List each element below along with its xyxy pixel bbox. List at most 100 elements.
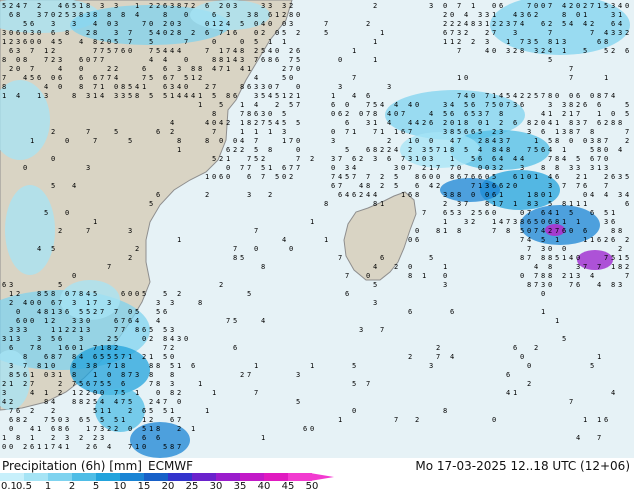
grid-value: 8 [93,11,97,19]
grid-value: 3 [9,326,13,334]
grid-value: 6 [79,56,83,64]
grid-value: 6 [611,218,615,226]
grid-value: 1 [583,173,587,181]
grid-value: 7 [373,128,377,136]
grid-value: 7 [604,182,608,190]
grid-value: 0 [450,11,454,19]
grid-value: 1 [471,2,475,10]
grid-value: 0 [289,74,293,82]
grid-value: 5 [58,38,62,46]
grid-value: 1 [30,137,34,145]
grid-value: 5 [107,47,111,55]
grid-value: 6 [128,317,132,325]
grid-value: 5 [261,92,265,100]
grid-value: 7 [604,92,608,100]
grid-value: 3 [485,11,489,19]
grid-value: 7 [254,137,258,145]
grid-value: 7 [366,173,370,181]
grid-value: 0 [30,299,34,307]
grid-value: 0 [9,29,13,37]
grid-value: 2 [289,47,293,55]
grid-value: 3 [72,20,76,28]
scale-label: 50 [306,481,319,490]
grid-value: 8 [506,227,510,235]
grid-value: 1 [44,362,48,370]
grid-value: 3 [506,20,510,28]
grid-value: 4 [275,119,279,127]
grid-value: 8 [618,263,622,271]
grid-value: 6 [527,218,531,226]
grid-value: 2 [499,20,503,28]
grid-value: 1 [100,407,104,415]
grid-value: 4 [611,92,615,100]
grid-value: 1 [485,119,489,127]
grid-value: 7 [23,2,27,10]
grid-value: 2 [289,173,293,181]
grid-value: 2 [30,407,34,415]
grid-value: 3 [513,29,517,37]
grid-value: 2 [177,290,181,298]
grid-value: 2 [219,281,223,289]
grid-value: 5 [2,2,6,10]
grid-value: 6 [450,110,454,118]
grid-value: 0 [513,182,517,190]
grid-value: 8 [450,191,454,199]
grid-value: 4 [254,74,258,82]
grid-value: 5 [93,398,97,406]
grid-value: 2 [72,326,76,334]
grid-value: 6 [597,236,601,244]
grid-value: 0 [541,218,545,226]
grid-value: 4 [450,137,454,145]
grid-value: 7 [569,65,573,73]
grid-value: 6 [471,173,475,181]
grid-value: 3 [527,128,531,136]
grid-value: 4 [37,245,41,253]
grid-value: 5 [163,92,167,100]
grid-value: 6 [226,146,230,154]
grid-value: 1 [2,434,6,442]
grid-value: 2 [100,38,104,46]
grid-value: 7 [142,20,146,28]
grid-value: 1 [443,227,447,235]
grid-value: 0 [16,56,20,64]
grid-value: 7 [93,137,97,145]
grid-value: 4 [170,47,174,55]
grid-value: 2 [86,389,90,397]
grid-value: 6 [58,335,62,343]
grid-value: 7 [128,29,132,37]
grid-value: 7 [520,236,524,244]
grid-value: 3 [44,92,48,100]
grid-value: 8 [373,110,377,118]
grid-value: 2 [534,344,538,352]
grid-value: 7 [576,110,580,118]
grid-value: 6 [121,380,125,388]
grid-value: 8 [72,371,76,379]
grid-value: 8 [156,425,160,433]
grid-value: 8 [597,92,601,100]
grid-value: 5 [282,74,286,82]
grid-value: 1 [443,263,447,271]
grid-value: 3 [9,362,13,370]
grid-value: 7 [548,29,552,37]
grid-value: 6 [2,281,6,289]
grid-value: 4 [51,398,55,406]
grid-value: 7 [464,173,468,181]
grid-value: 3 [576,263,580,271]
grid-value: 7 [289,137,293,145]
grid-value: 0 [65,290,69,298]
grid-value: 4 [464,11,468,19]
color-scale: 0.1 0.5 1 2 5 10 15 20 25 30 35 40 45 50 [0,473,334,490]
grid-value: 3 [457,29,461,37]
grid-value: 2 [576,101,580,109]
grid-value: 6 [247,173,251,181]
grid-value: 6 [408,191,412,199]
grid-value: 5 [51,416,55,424]
grid-value: 3 [576,119,580,127]
precipitation-map: 5247246518331226387262033332230710670074… [0,0,634,458]
grid-value: 3 [177,335,181,343]
grid-value: 4 [359,182,363,190]
grid-value: 0 [233,137,237,145]
grid-value: 6 [37,74,41,82]
grid-value: 3 [331,137,335,145]
grid-value: 7 [527,146,531,154]
